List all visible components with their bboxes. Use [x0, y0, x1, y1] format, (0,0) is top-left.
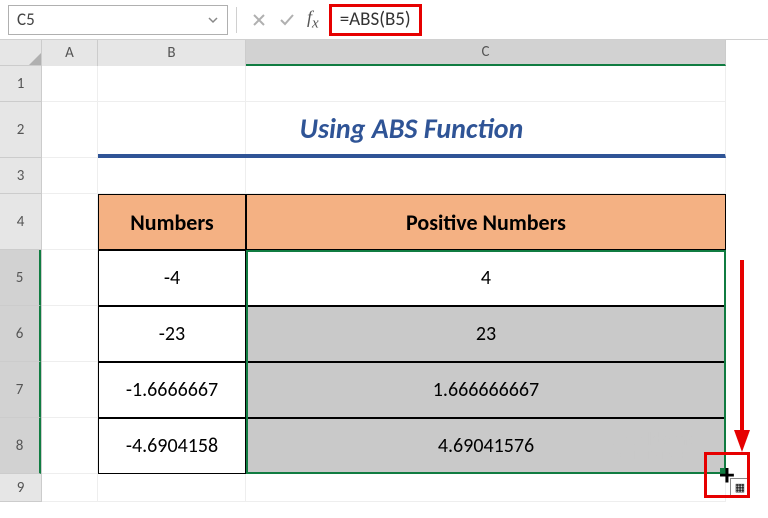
- row-header-9[interactable]: 9: [0, 474, 41, 502]
- header-numbers[interactable]: Numbers: [98, 194, 246, 250]
- row-header-8[interactable]: 8: [0, 418, 41, 474]
- cell-bg[interactable]: [246, 158, 726, 194]
- cell-bg[interactable]: [42, 306, 98, 362]
- sheet: 123456789 Using ABS FunctionNumbersPosit…: [0, 66, 768, 502]
- row-header-6[interactable]: 6: [0, 306, 41, 362]
- cell-bg[interactable]: [246, 474, 726, 502]
- cell-bg[interactable]: [42, 474, 98, 502]
- cell-b7[interactable]: -1.6666667: [98, 362, 246, 418]
- formula-input[interactable]: =ABS(B5): [329, 4, 422, 36]
- cell-bg[interactable]: [42, 418, 98, 474]
- cell-bg[interactable]: [98, 158, 246, 194]
- cell-bg[interactable]: [246, 66, 726, 102]
- cell-b8[interactable]: -4.6904158: [98, 418, 246, 474]
- cell-bg[interactable]: [42, 362, 98, 418]
- col-header-B[interactable]: B: [98, 40, 246, 66]
- formula-text: =ABS(B5): [340, 8, 411, 31]
- cell-b6[interactable]: -23: [98, 306, 246, 362]
- cell-c6[interactable]: 23: [246, 306, 726, 362]
- grid[interactable]: Using ABS Function NumbersPositive Number…: [42, 66, 726, 502]
- row-header-2[interactable]: 2: [0, 102, 41, 158]
- name-box[interactable]: C5: [8, 5, 228, 35]
- row-header-5[interactable]: 5: [0, 250, 41, 306]
- cell-b5[interactable]: -4: [98, 250, 246, 306]
- separator: [236, 7, 237, 33]
- select-all-corner[interactable]: [0, 40, 42, 66]
- title-cell[interactable]: Using ABS Function: [98, 102, 726, 158]
- cell-bg[interactable]: [42, 158, 98, 194]
- cell-bg[interactable]: [98, 66, 246, 102]
- cell-c7[interactable]: 1.666666667: [246, 362, 726, 418]
- col-header-A[interactable]: A: [42, 40, 98, 66]
- header-positive[interactable]: Positive Numbers: [246, 194, 726, 250]
- formula-bar: C5 fx =ABS(B5): [0, 0, 768, 40]
- row-headers: 123456789: [0, 66, 42, 502]
- row-header-7[interactable]: 7: [0, 362, 41, 418]
- fill-cursor-icon: +: [704, 452, 750, 498]
- cell-bg[interactable]: [42, 66, 98, 102]
- row-header-4[interactable]: 4: [0, 194, 41, 250]
- column-headers: ABC: [42, 40, 726, 66]
- name-box-value: C5: [17, 9, 35, 30]
- cell-c8[interactable]: 4.69041576: [246, 418, 726, 474]
- cell-bg[interactable]: [42, 194, 98, 250]
- chevron-down-icon: [207, 14, 219, 26]
- cell-c5[interactable]: 4: [246, 250, 726, 306]
- cancel-icon[interactable]: [245, 6, 273, 34]
- fx-icon[interactable]: fx: [301, 7, 325, 33]
- cell-bg[interactable]: [98, 474, 246, 502]
- enter-icon[interactable]: [273, 6, 301, 34]
- row-header-3[interactable]: 3: [0, 158, 41, 194]
- cell-bg[interactable]: [42, 102, 98, 158]
- cell-bg[interactable]: [42, 250, 98, 306]
- col-header-C[interactable]: C: [246, 40, 726, 66]
- row-header-1[interactable]: 1: [0, 66, 41, 102]
